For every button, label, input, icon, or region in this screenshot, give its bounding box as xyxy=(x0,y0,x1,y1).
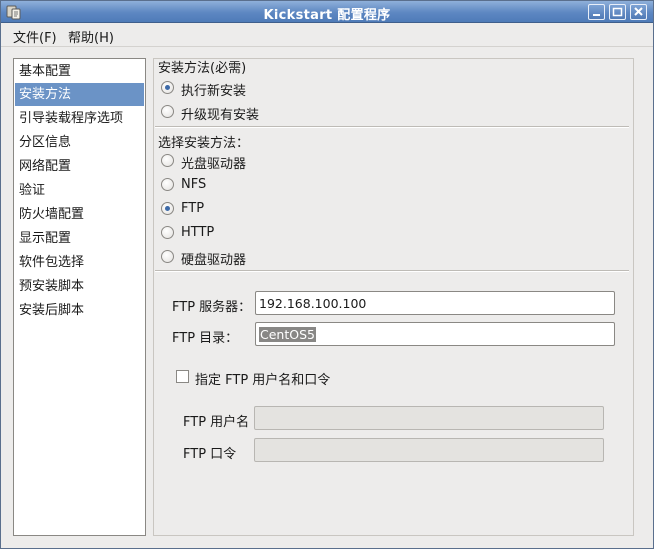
radio-nfs-label[interactable]: NFS xyxy=(181,177,206,192)
sidebar-item-firewall[interactable]: 防火墙配置 xyxy=(15,203,144,226)
ftp-dir-label: FTP 目录： xyxy=(172,331,239,346)
minimize-button[interactable] xyxy=(588,4,605,20)
sidebar: 基本配置 安装方法 引导装载程序选项 分区信息 网络配置 验证 防火墙配置 显示… xyxy=(13,58,146,536)
ftp-username-label: FTP 用户名 xyxy=(183,415,250,430)
sidebar-item-auth[interactable]: 验证 xyxy=(15,179,144,202)
source-heading: 选择安装方法： xyxy=(158,136,250,151)
sidebar-item-post-script[interactable]: 安装后脚本 xyxy=(15,299,144,322)
auth-checkbox-label[interactable]: 指定 FTP 用户名和口令 xyxy=(195,369,330,388)
radio-harddrive-label[interactable]: 硬盘驱动器 xyxy=(181,249,246,268)
sidebar-item-partition[interactable]: 分区信息 xyxy=(15,131,144,154)
sidebar-item-install-method[interactable]: 安装方法 xyxy=(15,83,144,106)
auth-checkbox[interactable] xyxy=(176,370,189,383)
maximize-button[interactable] xyxy=(609,4,626,20)
minimize-icon xyxy=(593,14,600,16)
ftp-password-label: FTP 口令 xyxy=(183,447,237,462)
radio-http[interactable] xyxy=(161,226,174,239)
sidebar-item-packages[interactable]: 软件包选择 xyxy=(15,251,144,274)
radio-ftp[interactable] xyxy=(161,202,174,215)
ftp-dir-value: CentOS5 xyxy=(259,327,316,342)
radio-upgrade-label[interactable]: 升级现有安装 xyxy=(181,104,259,123)
ftp-server-input[interactable]: 192.168.100.100 xyxy=(255,291,615,315)
radio-harddrive[interactable] xyxy=(161,250,174,263)
radio-new-install[interactable] xyxy=(161,81,174,94)
sidebar-item-network[interactable]: 网络配置 xyxy=(15,155,144,178)
radio-upgrade[interactable] xyxy=(161,105,174,118)
radio-ftp-label[interactable]: FTP xyxy=(181,201,204,216)
frame-label: 安装方法(必需) xyxy=(158,61,247,76)
radio-cdrom-label[interactable]: 光盘驱动器 xyxy=(181,153,246,172)
sidebar-item-basic[interactable]: 基本配置 xyxy=(15,60,144,83)
menu-help[interactable]: 帮助(H) xyxy=(68,27,114,46)
sidebar-item-display[interactable]: 显示配置 xyxy=(15,227,144,250)
title-bar[interactable]: Kickstart 配置程序 xyxy=(1,1,653,23)
maximize-icon xyxy=(612,7,623,17)
radio-new-install-label[interactable]: 执行新安装 xyxy=(181,80,246,99)
close-button[interactable] xyxy=(630,4,647,20)
window-title: Kickstart 配置程序 xyxy=(263,8,391,23)
sidebar-item-pre-script[interactable]: 预安装脚本 xyxy=(15,275,144,298)
close-icon xyxy=(634,7,643,16)
ftp-username-input[interactable] xyxy=(254,406,604,430)
menu-bar: 文件(F) 帮助(H) xyxy=(1,23,653,47)
kickstart-window: Kickstart 配置程序 文件(F) 帮助(H) 基本配置 安装方法 引导装… xyxy=(0,0,654,549)
separator xyxy=(155,270,629,272)
sidebar-item-bootloader[interactable]: 引导装载程序选项 xyxy=(15,107,144,130)
menu-file[interactable]: 文件(F) xyxy=(13,27,57,46)
ftp-server-value: 192.168.100.100 xyxy=(259,296,367,311)
ftp-password-input[interactable] xyxy=(254,438,604,462)
separator xyxy=(155,126,629,128)
ftp-dir-input[interactable]: CentOS5 xyxy=(255,322,615,346)
ftp-server-label: FTP 服务器： xyxy=(172,300,252,315)
radio-http-label[interactable]: HTTP xyxy=(181,225,214,240)
radio-cdrom[interactable] xyxy=(161,154,174,167)
radio-nfs[interactable] xyxy=(161,178,174,191)
